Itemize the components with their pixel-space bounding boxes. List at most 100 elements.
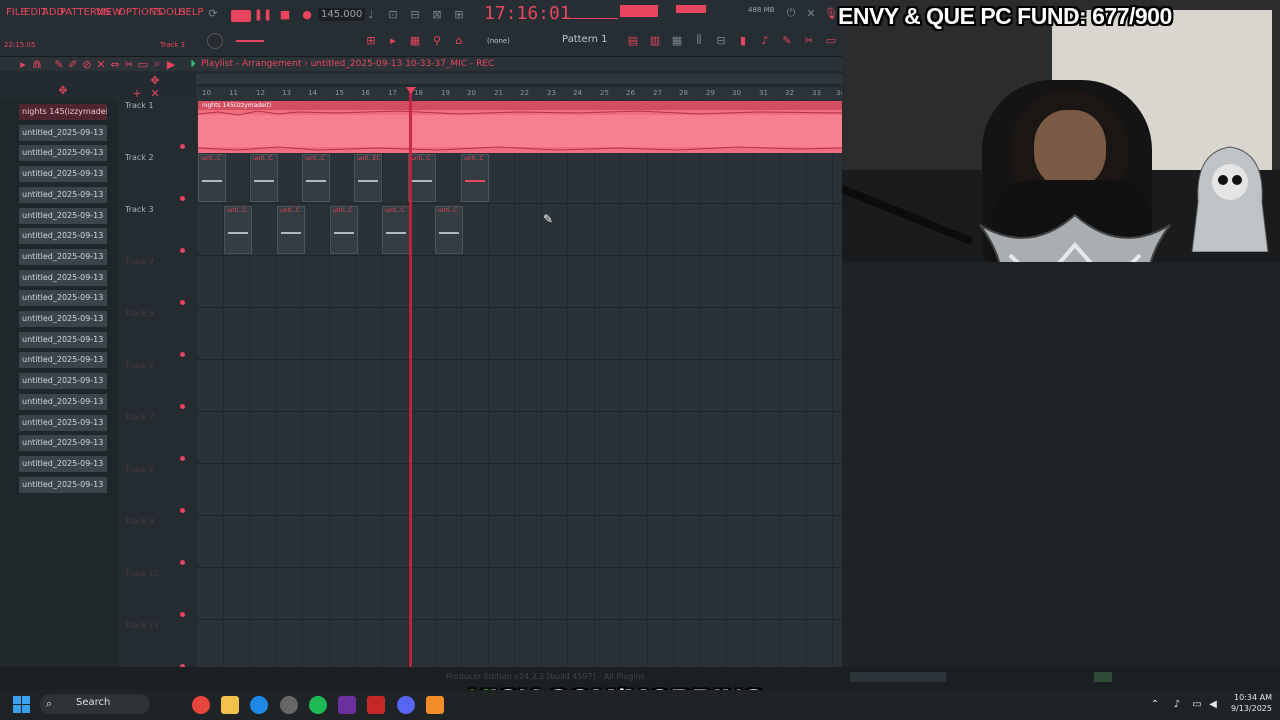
timeline-ruler[interactable]: 10 11 12 13 14 15 16 17 18 19 20 21 22 2… xyxy=(196,87,845,99)
playlist-grid[interactable] xyxy=(196,99,842,667)
overview-scrollbar[interactable] xyxy=(196,74,842,84)
wrench-icon[interactable]: ✂ xyxy=(800,33,818,47)
pattern-clip[interactable]: unti..C xyxy=(461,154,489,202)
track-enable-dot[interactable] xyxy=(180,196,185,201)
mixer-icon[interactable]: ⫼ xyxy=(690,33,708,47)
add-icon[interactable]: + xyxy=(128,86,146,100)
windows-start-icon[interactable] xyxy=(13,696,30,713)
track-label[interactable]: Track 6 xyxy=(125,361,154,370)
close-panel-icon[interactable]: ✕ xyxy=(146,86,164,100)
playhead-marker-icon[interactable] xyxy=(406,87,416,94)
track-enable-dot[interactable] xyxy=(180,144,185,149)
trash-icon[interactable]: ▭ xyxy=(822,33,840,47)
arrow-icon[interactable]: ▸ xyxy=(384,33,402,47)
app-blue-icon[interactable] xyxy=(250,696,268,714)
chrome-icon[interactable] xyxy=(192,696,210,714)
track-enable-dot[interactable] xyxy=(180,456,185,461)
clip-picker-item[interactable]: untitled_2025-09-13 10- xyxy=(19,476,107,493)
clip-picker-item[interactable]: untitled_2025-09-13 10- xyxy=(19,393,107,410)
playhead[interactable] xyxy=(409,87,412,667)
track-label[interactable]: Track 10 xyxy=(125,569,159,578)
track-label[interactable]: Track 4 xyxy=(125,257,154,266)
wait-icon[interactable]: ⊡ xyxy=(384,7,402,21)
song-mode-toggle[interactable] xyxy=(231,10,251,22)
track-label[interactable]: Track 5 xyxy=(125,309,154,318)
pattern-clip[interactable]: unti..C xyxy=(382,206,410,254)
close-icon[interactable]: ✕ xyxy=(802,6,820,20)
metronome-icon[interactable]: ♩ xyxy=(362,7,380,21)
pattern-selector[interactable]: Pattern 1 xyxy=(562,34,608,45)
pattern-clip[interactable]: unti..C xyxy=(302,154,330,202)
pattern-clip[interactable]: unti..C xyxy=(408,154,436,202)
magnet-icon[interactable]: ⋒ xyxy=(28,57,46,71)
spotify-icon[interactable] xyxy=(309,696,327,714)
track-enable-dot[interactable] xyxy=(180,612,185,617)
discord-icon[interactable] xyxy=(397,696,415,714)
refresh-icon[interactable]: ⟳ xyxy=(204,6,222,20)
display-icon[interactable]: ▭ xyxy=(1190,697,1204,711)
stop-icon[interactable]: ■ xyxy=(276,7,294,21)
pattern-clip[interactable]: unti..C xyxy=(250,154,278,202)
playlist-play-icon[interactable]: ⏵ xyxy=(184,57,202,71)
play-icon[interactable]: ▶ xyxy=(162,57,180,71)
chevron-up-icon[interactable]: ⌃ xyxy=(1148,697,1162,711)
loop-icon[interactable]: ⊞ xyxy=(450,7,468,21)
clip-picker-item[interactable]: untitled_2025-09-13 10- xyxy=(19,373,107,390)
app-purple-icon[interactable] xyxy=(338,696,356,714)
clip-picker-item[interactable]: untitled_2025-09-13 10- xyxy=(19,435,107,452)
track-enable-dot[interactable] xyxy=(180,352,185,357)
track-enable-dot[interactable] xyxy=(180,404,185,409)
clip-picker-item[interactable]: untitled_2025-09-13 10- xyxy=(19,352,107,369)
track-label[interactable]: Track 8 xyxy=(125,465,154,474)
master-volume-knob[interactable] xyxy=(207,33,223,49)
clock-date[interactable]: 9/13/2025 xyxy=(1224,704,1272,713)
fl-studio-icon[interactable] xyxy=(426,696,444,714)
track-label[interactable]: Track 2 xyxy=(125,153,154,162)
countdown-icon[interactable]: ⊟ xyxy=(406,7,424,21)
clip-picker-item[interactable]: untitled_2025-09-13 10- xyxy=(19,290,107,307)
track-label[interactable]: Track 11 xyxy=(125,621,159,630)
pattern-clip[interactable]: unti..EC xyxy=(354,154,382,202)
clip-picker-item[interactable]: nights 145(izzymadei.. xyxy=(19,104,107,120)
blend-icon[interactable]: ⊠ xyxy=(428,7,446,21)
pattern-clip[interactable]: unti..C xyxy=(330,206,358,254)
move-icon[interactable]: ✥ xyxy=(54,83,72,97)
snap-icon[interactable]: ⊞ xyxy=(362,33,380,47)
stamp-icon[interactable]: ⌂ xyxy=(450,33,468,47)
app-red-icon[interactable] xyxy=(367,696,385,714)
clip-picker-item[interactable]: untitled_2025-09-13 10- xyxy=(19,311,107,327)
record-icon[interactable]: ● xyxy=(298,7,316,21)
clip-picker-item[interactable]: untitled_2025-09-13 10- xyxy=(19,455,107,472)
track-label[interactable]: Track 3 xyxy=(125,205,154,214)
master-pitch-slider[interactable] xyxy=(236,40,264,42)
channel-rack-icon[interactable]: ▦ xyxy=(668,33,686,47)
file-explorer-icon[interactable] xyxy=(221,696,239,714)
track-enable-dot[interactable] xyxy=(180,560,185,565)
clip-picker-item[interactable]: untitled_2025-09-13 10- xyxy=(19,186,107,203)
clip-picker-item[interactable]: untitled_2025-09-13 10- xyxy=(19,228,107,245)
channel-selector[interactable]: (none) xyxy=(487,37,510,45)
tools-icon[interactable]: ✎ xyxy=(778,33,796,47)
power-icon[interactable]: ⏻ xyxy=(782,6,800,20)
track-enable-dot[interactable] xyxy=(180,248,185,253)
audio-clip[interactable]: nights 145(izzymadeit) xyxy=(198,101,842,153)
settings-icon[interactable] xyxy=(280,696,298,714)
volume-icon[interactable]: ◀ xyxy=(1206,697,1220,711)
clip-picker-item[interactable]: untitled_2025-09-13 10- xyxy=(19,207,107,224)
menu-help[interactable]: HELP xyxy=(178,7,203,18)
clock-time[interactable]: 10:34 AM xyxy=(1224,693,1272,702)
piano-roll-icon[interactable]: ▥ xyxy=(646,33,664,47)
track-label[interactable]: Track 1 xyxy=(125,101,154,110)
tempo-display[interactable]: 145.000 xyxy=(318,8,366,21)
clip-picker-item[interactable]: untitled_2025-09-13 10- xyxy=(19,414,107,431)
grid-icon[interactable]: ▦ xyxy=(406,33,424,47)
pattern-clip[interactable]: unti..C xyxy=(198,154,226,202)
microphone-icon[interactable]: ♪ xyxy=(1170,697,1184,711)
clip-picker-item[interactable]: untitled_2025-09-13 10- xyxy=(19,248,107,265)
track-enable-dot[interactable] xyxy=(180,508,185,513)
pattern-picker-icon[interactable]: ✥ xyxy=(146,73,164,87)
pattern-clip[interactable]: unti..C xyxy=(277,206,305,254)
track-label[interactable]: Track 7 xyxy=(125,413,154,422)
playlist-icon[interactable]: ▤ xyxy=(624,33,642,47)
clip-picker-item[interactable]: untitled_2025-09-13 10- xyxy=(19,269,107,286)
